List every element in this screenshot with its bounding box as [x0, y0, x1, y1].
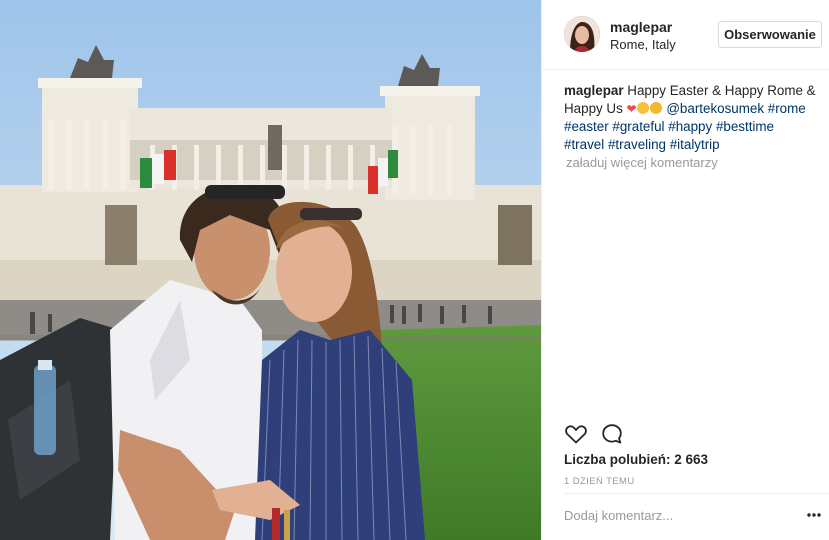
speech-bubble-icon[interactable]	[600, 422, 624, 451]
heart-outline-icon[interactable]	[564, 422, 588, 451]
avatar[interactable]	[564, 16, 600, 52]
post-location[interactable]: Rome, Italy	[610, 37, 676, 52]
post-header: maglepar Rome, Italy Obserwowanie	[542, 0, 829, 70]
hashtag[interactable]: #besttime	[716, 119, 774, 134]
avatar-image	[564, 16, 600, 52]
photo-couple-rome	[0, 0, 541, 540]
ellipsis-icon[interactable]	[806, 507, 822, 523]
hashtag[interactable]: #grateful	[612, 119, 664, 134]
caption-username[interactable]: maglepar	[564, 83, 624, 98]
hashtag[interactable]: #rome	[768, 101, 806, 116]
post-side-panel: maglepar Rome, Italy Obserwowanie maglep…	[541, 0, 829, 540]
load-more-comments-link[interactable]: załaduj więcej komentarzy	[566, 155, 718, 170]
add-comment-input[interactable]	[562, 505, 796, 525]
hashtag[interactable]: #italytrip	[670, 137, 720, 152]
comment-divider	[564, 493, 829, 494]
hashtag[interactable]: #happy	[668, 119, 712, 134]
caption-mention[interactable]: @bartekosumek	[666, 101, 764, 116]
likes-count[interactable]: Liczba polubień: 2 663	[564, 452, 708, 467]
heart-eyes-emoji-icon	[636, 101, 649, 114]
red-heart-emoji-icon: ❤	[626, 101, 637, 116]
kissing-face-emoji-icon	[649, 101, 662, 114]
post-caption: maglepar Happy Easter & Happy Rome & Hap…	[564, 82, 816, 153]
hashtag[interactable]: #travel	[564, 137, 604, 152]
following-button[interactable]: Obserwowanie	[718, 21, 822, 48]
post-username[interactable]: maglepar	[610, 19, 672, 35]
hashtag[interactable]: #traveling	[608, 137, 666, 152]
post-timestamp[interactable]: 1 DZIEŃ TEMU	[564, 476, 635, 487]
hashtag[interactable]: #easter	[564, 119, 609, 134]
post-photo[interactable]	[0, 0, 541, 540]
